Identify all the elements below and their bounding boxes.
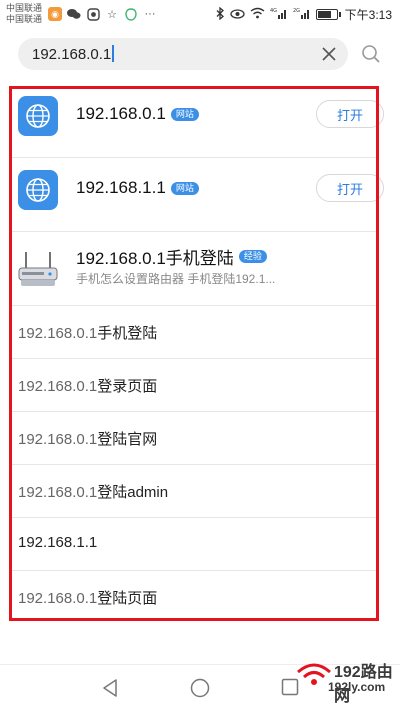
status-bar: 中国联通 中国联通 ◉ ☆ ··· 4G 2G 下午3:13	[0, 0, 400, 30]
suggestion-rest: 登录页面	[97, 378, 158, 395]
open-button[interactable]: 打开	[316, 100, 384, 128]
signal-icon-1: 4G	[270, 7, 288, 22]
watermark-url: 192ly.com	[328, 680, 386, 694]
wechat-icon	[67, 7, 81, 21]
network-type-label-1: 4G	[270, 8, 277, 14]
notification-icons: ◉ ☆ ···	[48, 7, 157, 21]
wifi-icon	[250, 7, 265, 22]
more-dots-icon: ···	[144, 8, 156, 20]
website-tag: 网站	[170, 181, 199, 195]
search-query[interactable]: 192.168.0.1	[32, 45, 114, 63]
result-title-text: 192.168.0.1手机登陆	[76, 249, 234, 268]
suggestion-text: 192.168.0.1登陆官网	[18, 428, 157, 449]
result-experience-row[interactable]: 192.168.0.1手机登陆 经验 手机怎么设置路由器 手机登陆192.1..…	[12, 232, 378, 306]
suggestion-item[interactable]: 192.168.0.1登陆页面	[12, 571, 378, 624]
globe-icon	[18, 170, 58, 210]
suggestion-match: 192.168.0.1	[18, 590, 98, 607]
suggestion-rest: 手机登陆	[97, 325, 158, 342]
clear-search-icon[interactable]	[320, 45, 338, 63]
suggestion-text: 192.168.0.1登陆admin	[18, 481, 168, 502]
experience-tag: 经验	[238, 250, 267, 263]
result-app-row[interactable]: 192.168.1.1 网站 打开	[12, 158, 384, 232]
result-app-row[interactable]: 192.168.0.1 网站 打开	[12, 84, 384, 158]
signal-icon-2: 2G	[293, 7, 311, 22]
bluetooth-icon	[216, 6, 225, 23]
suggestion-text: 192.168.0.1手机登陆	[18, 322, 157, 343]
back-icon[interactable]	[100, 677, 122, 699]
suggestion-match: 192.168.0.1	[18, 378, 98, 395]
result-title[interactable]: 192.168.0.1 网站	[76, 104, 199, 124]
search-icon[interactable]	[360, 43, 382, 65]
suggestion-item[interactable]: 192.168.0.1登陆官网	[12, 412, 378, 465]
router-thumbnail	[16, 246, 60, 292]
open-button[interactable]: 打开	[316, 174, 384, 202]
status-right: 4G 2G 下午3:13	[216, 6, 392, 23]
suggestion-item[interactable]: 192.168.0.1手机登陆	[12, 306, 378, 359]
website-tag: 网站	[170, 107, 199, 121]
app-icon-green	[124, 7, 138, 21]
result-title[interactable]: 192.168.1.1 网站	[76, 178, 199, 198]
globe-icon	[18, 96, 58, 136]
suggestion-match: 192.168.0.1	[18, 484, 98, 501]
settings-icon	[86, 7, 100, 21]
search-input[interactable]: 192.168.0.1	[18, 38, 348, 70]
star-icon: ☆	[107, 8, 117, 21]
suggestion-match: 192.168.0.1	[18, 325, 98, 342]
carrier-label-1: 中国联通	[6, 3, 43, 13]
watermark-logo: 192路由网 192ly.com	[292, 656, 396, 705]
suggestion-rest: 登陆admin	[97, 484, 169, 501]
suggestion-item[interactable]: 192.168.1.1	[12, 518, 378, 571]
clock: 下午3:13	[344, 8, 392, 22]
eye-icon	[229, 8, 245, 22]
result-title[interactable]: 192.168.0.1手机登陆 经验	[76, 244, 267, 269]
network-type-label-2: 2G	[293, 8, 300, 14]
suggestion-match: 192.168.0.1	[18, 431, 98, 448]
suggestion-rest: 192.168.1.1	[18, 534, 98, 551]
search-query-text: 192.168.0.1	[32, 46, 112, 63]
suggestion-item[interactable]: 192.168.0.1登录页面	[12, 359, 378, 412]
result-title-text: 192.168.0.1	[76, 104, 166, 123]
result-title-text: 192.168.1.1	[76, 178, 166, 197]
battery-fill	[317, 11, 331, 18]
suggestion-rest: 登陆页面	[97, 590, 158, 607]
text-caret	[112, 45, 114, 62]
suggestion-text: 192.168.0.1登陆页面	[18, 587, 157, 608]
result-description: 手机怎么设置路由器 手机登陆192.1...	[76, 272, 276, 286]
battery-icon	[315, 9, 341, 20]
home-icon[interactable]	[189, 677, 211, 699]
suggestion-text: 192.168.0.1登录页面	[18, 375, 157, 396]
app-notification-icon: ◉	[48, 7, 62, 21]
carrier-label-2: 中国联通	[6, 14, 43, 24]
suggestion-item[interactable]: 192.168.0.1登陆admin	[12, 465, 378, 518]
suggestion-rest: 登陆官网	[97, 431, 158, 448]
carrier-labels: 中国联通 中国联通	[6, 3, 42, 25]
suggestion-text: 192.168.1.1	[18, 534, 97, 551]
